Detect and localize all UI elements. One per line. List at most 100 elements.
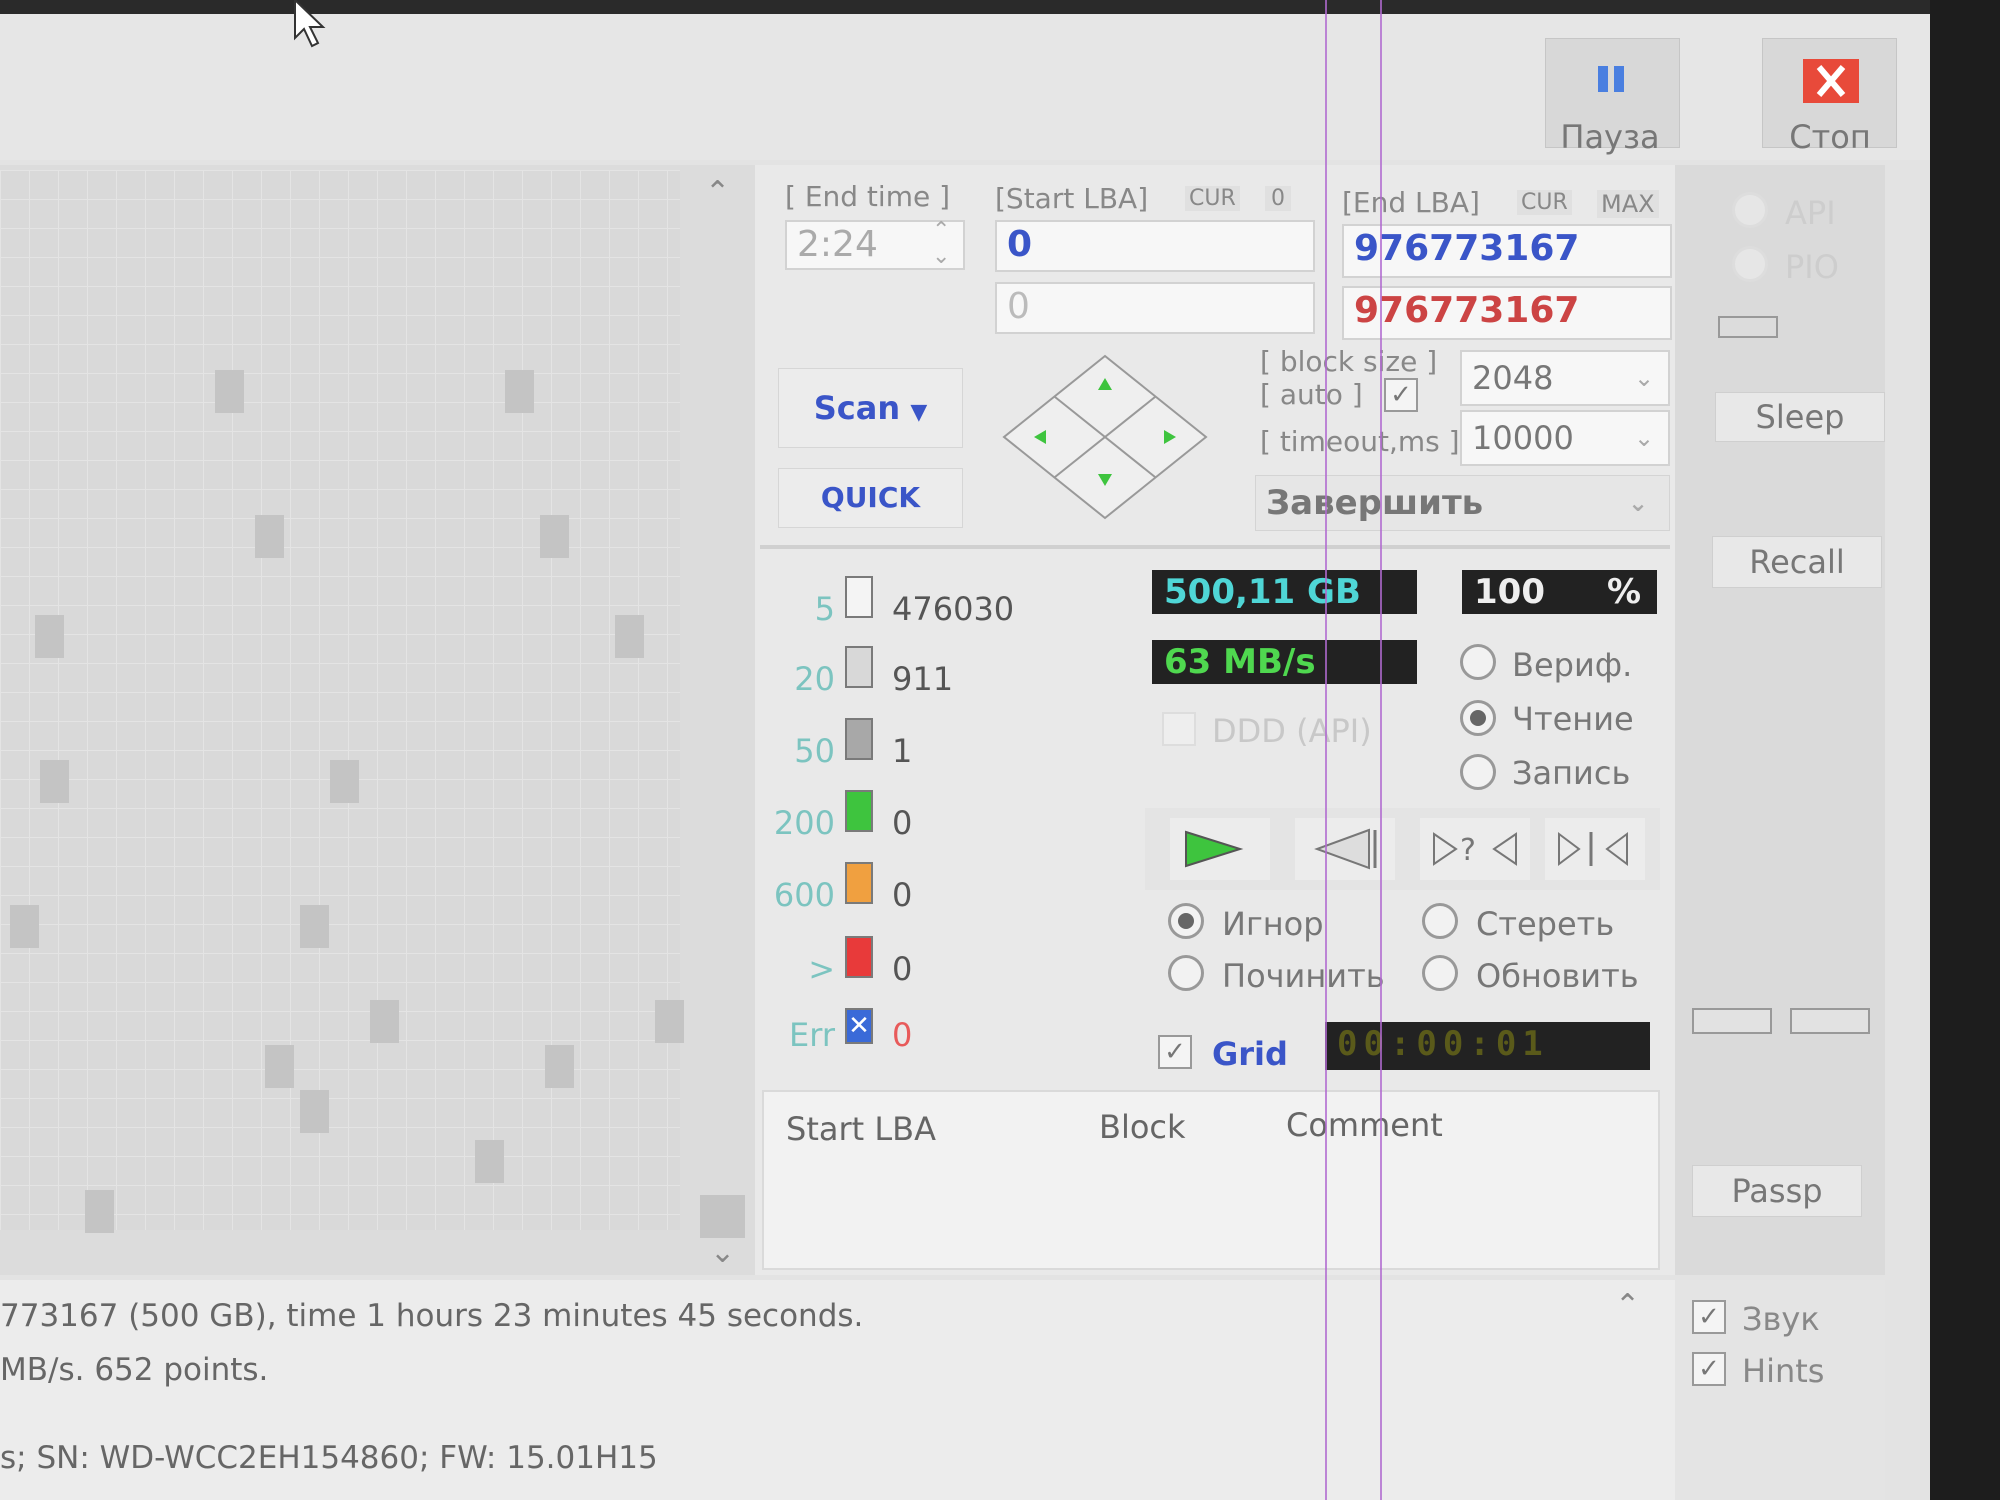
map-block — [540, 515, 569, 558]
table-header-start-lba: Start LBA — [786, 1110, 937, 1148]
close-icon — [1803, 59, 1859, 103]
end-lba-cur-button[interactable]: CUR — [1517, 190, 1572, 215]
map-block — [370, 1000, 399, 1043]
hints-checkbox[interactable]: ✓ — [1692, 1352, 1726, 1386]
grid-label: Grid — [1212, 1035, 1288, 1073]
play-icon[interactable] — [1170, 818, 1270, 880]
legend-count: 0 — [892, 1016, 913, 1054]
refresh-label: Обновить — [1476, 957, 1639, 995]
percent-sign: % — [1607, 572, 1642, 612]
api-radio[interactable] — [1732, 192, 1768, 228]
sleep-button[interactable]: Sleep — [1715, 392, 1885, 442]
ddd-label: DDD (API) — [1212, 712, 1372, 750]
scan-button-label: Scan — [813, 389, 901, 427]
passport-button[interactable]: Passp — [1692, 1165, 1862, 1217]
chevron-down-icon: ⌄ — [1634, 424, 1655, 452]
map-block — [700, 1195, 745, 1238]
end-time-value: 2:24 — [797, 224, 878, 265]
scroll-up-icon[interactable]: ⌃ — [705, 175, 730, 210]
map-block — [10, 905, 39, 948]
verify-label: Вериф. — [1512, 646, 1633, 684]
spinner-icon[interactable]: ⌃ ⌄ — [932, 218, 950, 270]
timeout-value: 10000 — [1472, 419, 1574, 457]
log-line: MB/s. 652 points. — [0, 1352, 269, 1388]
speed-display: 63 MB/s — [1152, 640, 1417, 684]
map-block — [85, 1190, 114, 1233]
scan-dropdown-button[interactable]: Scan ▼ — [778, 368, 963, 448]
ignore-radio[interactable] — [1168, 903, 1204, 939]
timeout-label: [ timeout,ms ] — [1260, 425, 1460, 458]
map-block — [255, 515, 284, 558]
end-time-input[interactable]: 2:24 ⌃ ⌄ — [785, 218, 965, 270]
start-lba-current: 0 — [995, 282, 1315, 334]
divider — [760, 545, 1670, 549]
scroll-down-icon[interactable]: ⌄ — [710, 1235, 735, 1270]
finish-action-value: Завершить — [1266, 483, 1484, 523]
log-scroll-up-icon[interactable]: ⌃ — [1615, 1288, 1640, 1323]
legend-count: 0 — [892, 804, 913, 842]
end-lba-input[interactable]: 976773167 — [1342, 224, 1672, 278]
map-block — [300, 1090, 329, 1133]
pio-radio[interactable] — [1732, 246, 1768, 282]
legend-color-box — [845, 862, 873, 904]
quick-button[interactable]: QUICK — [778, 468, 963, 528]
ddd-checkbox[interactable] — [1162, 712, 1196, 746]
stop-label: Стоп — [1789, 118, 1871, 156]
legend-count: 1 — [892, 732, 913, 770]
map-block — [505, 370, 534, 413]
pio-label: PIO — [1785, 248, 1839, 286]
read-radio[interactable] — [1460, 700, 1496, 736]
map-block — [545, 1045, 574, 1088]
map-block — [215, 370, 244, 413]
block-size-label: [ block size ] — [1260, 345, 1438, 378]
table-header-comment: Comment — [1286, 1106, 1443, 1144]
scanned-size-display: 500,11 GB — [1152, 570, 1417, 614]
small-button-left[interactable] — [1692, 1008, 1772, 1034]
start-lba-cur-button[interactable]: CUR — [1185, 186, 1240, 211]
grid-checkbox[interactable]: ✓ — [1158, 1035, 1192, 1069]
block-size-select[interactable]: 2048 ⌄ — [1460, 350, 1670, 406]
legend-color-box — [845, 718, 873, 760]
erase-radio[interactable] — [1422, 903, 1458, 939]
legend-threshold: 50 — [794, 732, 835, 770]
legend-count: 476030 — [892, 590, 1015, 628]
end-lba-max-button[interactable]: MAX — [1597, 190, 1659, 218]
direction-pad-icon[interactable] — [1000, 352, 1210, 522]
map-block — [40, 760, 69, 803]
map-block — [655, 1000, 684, 1043]
small-button-right[interactable] — [1790, 1008, 1870, 1034]
legend-threshold: 20 — [794, 660, 835, 698]
table-header-block: Block — [1099, 1108, 1186, 1146]
skip-end-icon[interactable] — [1545, 818, 1645, 880]
finish-action-select[interactable]: Завершить ⌄ — [1255, 475, 1670, 531]
erase-label: Стереть — [1476, 905, 1615, 943]
recall-button[interactable]: Recall — [1712, 536, 1882, 588]
verify-radio[interactable] — [1460, 644, 1496, 680]
legend-count: 0 — [892, 876, 913, 914]
map-block — [300, 905, 329, 948]
write-radio[interactable] — [1460, 754, 1496, 790]
start-lba-input[interactable]: 0 — [995, 220, 1315, 272]
start-lba-zero-button[interactable]: 0 — [1265, 186, 1291, 211]
log-panel: 773167 (500 GB), time 1 hours 23 minutes… — [0, 1280, 1675, 1500]
timeout-select[interactable]: 10000 ⌄ — [1460, 410, 1670, 466]
sound-checkbox[interactable]: ✓ — [1692, 1300, 1726, 1334]
map-block — [265, 1045, 294, 1088]
svg-text:?: ? — [1460, 833, 1476, 868]
refresh-radio[interactable] — [1422, 955, 1458, 991]
indicator-box — [1718, 316, 1778, 338]
screen-artifact-line — [1325, 0, 1327, 1500]
repair-radio[interactable] — [1168, 955, 1204, 991]
scan-map-grid — [0, 170, 680, 1230]
auto-checkbox[interactable]: ✓ — [1384, 378, 1418, 412]
block-size-value: 2048 — [1472, 359, 1554, 397]
ignore-label: Игнор — [1222, 905, 1324, 943]
seek-unknown-icon[interactable]: ? — [1420, 818, 1530, 880]
hints-label: Hints — [1742, 1352, 1825, 1390]
screen-artifact-line — [1380, 0, 1382, 1500]
chevron-down-icon: ⌄ — [1628, 489, 1649, 517]
legend-threshold: 200 — [773, 804, 835, 842]
defects-table[interactable]: Start LBA Block Comment — [762, 1090, 1660, 1270]
log-line: s; SN: WD-WCC2EH154860; FW: 15.01H15 — [0, 1440, 658, 1476]
window-frame — [1930, 0, 2000, 1500]
